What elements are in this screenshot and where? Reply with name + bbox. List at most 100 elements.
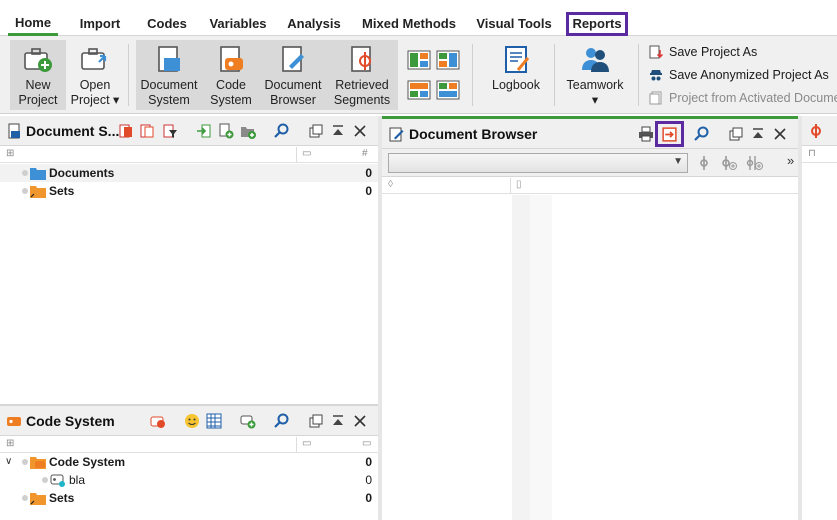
overflow-chevron-icon[interactable]: »: [787, 153, 794, 168]
document-system-panel: Document S... ⊞ ▭ # Documents 0 Sets 0: [0, 116, 378, 406]
list-item[interactable]: Documents 0: [0, 164, 378, 182]
add-code-icon[interactable]: [720, 155, 738, 171]
code-system-button[interactable]: Code System: [204, 40, 258, 110]
coding-stripe-area: [512, 195, 530, 520]
ribbon-separator: [472, 44, 473, 106]
document-browser-icon: [282, 46, 304, 72]
retrieved-segments-label: Retrieved Segments: [333, 78, 391, 107]
code-sets-count: 0: [365, 491, 372, 505]
document-browser-column-header: ◊ ▯: [382, 178, 798, 194]
filter-documents-icon[interactable]: [162, 123, 178, 139]
activate-documents-icon[interactable]: [118, 123, 134, 139]
new-code-icon[interactable]: [240, 413, 256, 429]
print-icon[interactable]: [638, 126, 654, 142]
activation-dot[interactable]: [22, 495, 28, 501]
tab-reports[interactable]: Reports: [566, 12, 628, 36]
close-icon[interactable]: [352, 123, 368, 139]
close-icon[interactable]: [352, 413, 368, 429]
document-system-icon: [158, 46, 180, 72]
tab-variables[interactable]: Variables: [206, 12, 270, 36]
project-from-activated-label: Project from Activated Docume: [669, 91, 837, 105]
search-icon[interactable]: [694, 126, 710, 142]
code-system-column-header: ⊞ ▭ ▭: [0, 437, 378, 453]
menu-bar: Home Import Codes Variables Analysis Mix…: [0, 0, 837, 36]
undock-icon[interactable]: [308, 413, 324, 429]
export-icon[interactable]: [661, 126, 678, 143]
tab-mixed-methods[interactable]: Mixed Methods: [356, 12, 462, 36]
list-item[interactable]: Sets 0: [0, 489, 378, 507]
open-project-label: Open Project ▾: [70, 78, 120, 107]
tab-import[interactable]: Import: [72, 12, 128, 36]
document-system-button[interactable]: Document System: [138, 40, 200, 110]
retrieved-segments-panel: ⊓: [802, 116, 837, 520]
add-code-group-icon[interactable]: [746, 155, 764, 171]
code-filter-icon[interactable]: [696, 155, 712, 171]
layout-grid-icon[interactable]: [407, 50, 431, 70]
layout-grid-icon[interactable]: [436, 50, 460, 70]
deactivate-documents-icon[interactable]: [139, 123, 155, 139]
new-document-icon[interactable]: [218, 123, 234, 139]
tab-analysis[interactable]: Analysis: [284, 12, 344, 36]
collapse-icon[interactable]: [330, 413, 346, 429]
document-browser-toolbar: ▼ »: [382, 149, 798, 177]
code-activation-icon[interactable]: [150, 413, 166, 429]
chevron-down-icon[interactable]: ∨: [5, 453, 12, 471]
list-item[interactable]: ∨ Code System 0: [0, 453, 378, 471]
code-bla-count: 0: [365, 473, 372, 487]
code-system-title: Code System: [26, 413, 115, 429]
folder-icon: [30, 168, 46, 180]
code-folder-icon: [30, 457, 46, 469]
new-project-icon: [24, 48, 52, 72]
code-system-root-label: Code System: [49, 455, 126, 469]
layout-grid-icon[interactable]: [407, 80, 431, 100]
code-selector-dropdown[interactable]: ▼: [388, 153, 688, 173]
sets-count: 0: [365, 184, 372, 198]
tab-home[interactable]: Home: [8, 12, 58, 36]
new-project-button[interactable]: New Project: [10, 40, 66, 110]
save-project-as-label: Save Project As: [669, 45, 758, 59]
anonymous-user-icon: [650, 70, 662, 81]
logbook-button[interactable]: Logbook: [486, 40, 546, 110]
emoticode-icon[interactable]: [184, 413, 200, 429]
document-system-label: Document System: [140, 78, 198, 107]
new-document-group-icon[interactable]: [240, 123, 256, 139]
undock-icon[interactable]: [728, 126, 744, 142]
tab-codes[interactable]: Codes: [140, 12, 194, 36]
open-project-button[interactable]: Open Project ▾: [70, 40, 120, 110]
column-divider: [296, 437, 297, 452]
code-bla-label: bla: [69, 473, 86, 487]
activation-dot[interactable]: [22, 170, 28, 176]
close-icon[interactable]: [772, 126, 788, 142]
document-browser-icon: [389, 127, 404, 142]
document-browser-label: Document Browser: [264, 78, 322, 107]
code-matrix-icon[interactable]: [206, 413, 222, 429]
list-item[interactable]: Sets 0: [0, 182, 378, 200]
logbook-icon: [505, 46, 530, 73]
column-divider: [510, 178, 511, 193]
document-system-icon: [8, 123, 20, 139]
save-anonymized-label: Save Anonymized Project As: [669, 68, 829, 82]
search-icon[interactable]: [274, 123, 290, 139]
search-icon[interactable]: [274, 413, 290, 429]
tab-visual-tools[interactable]: Visual Tools: [474, 12, 554, 36]
activation-dot[interactable]: [42, 477, 48, 483]
ribbon-separator: [554, 44, 555, 106]
undock-icon[interactable]: [308, 123, 324, 139]
export-button-highlight[interactable]: [655, 121, 684, 147]
document-browser-button[interactable]: Document Browser: [262, 40, 324, 110]
open-project-icon: [81, 48, 107, 70]
import-document-icon[interactable]: [196, 123, 212, 139]
list-item[interactable]: bla 0: [0, 471, 378, 489]
memo-icon: ▭: [302, 148, 312, 159]
activation-dot[interactable]: [22, 459, 28, 465]
activation-dot[interactable]: [22, 188, 28, 194]
layout-grid-icon[interactable]: [436, 80, 460, 100]
collapse-icon[interactable]: [750, 126, 766, 142]
paragraph-icon: ◊: [388, 179, 393, 190]
sets-folder-icon: [30, 186, 46, 198]
teamwork-button[interactable]: Teamwork ▾: [562, 40, 628, 110]
documents-count: 0: [365, 166, 372, 180]
retrieved-segments-button[interactable]: Retrieved Segments: [330, 40, 394, 110]
collapse-icon[interactable]: [330, 123, 346, 139]
code-system-panel: Code System ⊞ ▭ ▭ ∨ Code System 0 bla 0 …: [0, 406, 378, 520]
